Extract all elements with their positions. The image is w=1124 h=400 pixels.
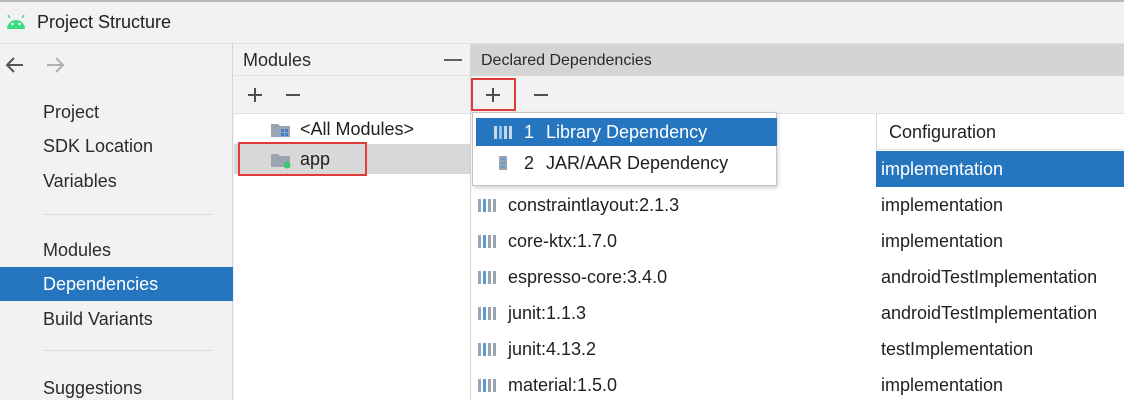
- modules-header-label: Modules: [243, 50, 312, 70]
- library-icon: [478, 379, 496, 392]
- dependency-row[interactable]: junit:4.13.2 testImplementation: [471, 331, 1124, 367]
- dependency-name[interactable]: junit:4.13.2: [508, 331, 596, 367]
- dependency-configuration[interactable]: implementation: [876, 367, 1124, 400]
- dependency-configuration[interactable]: implementation: [876, 187, 1124, 223]
- dependency-configuration[interactable]: testImplementation: [876, 331, 1124, 367]
- sidebar-item-dependencies[interactable]: Dependencies: [0, 267, 233, 301]
- library-icon: [478, 199, 496, 212]
- module-item-app[interactable]: app: [234, 144, 470, 174]
- dependency-name[interactable]: material:1.5.0: [508, 367, 617, 400]
- android-icon: [7, 14, 25, 29]
- dependency-row[interactable]: junit:1.1.3 androidTestImplementation: [471, 295, 1124, 331]
- dependency-configuration[interactable]: androidTestImplementation: [876, 295, 1124, 331]
- dependency-row[interactable]: espresso-core:3.4.0 androidTestImplement…: [471, 259, 1124, 295]
- module-item-all-modules[interactable]: <All Modules>: [234, 114, 470, 144]
- dependency-row[interactable]: constraintlayout:2.1.3 implementation: [471, 187, 1124, 223]
- sidebar-item-suggestions[interactable]: Suggestions: [0, 371, 233, 400]
- all-modules-folder-icon: [271, 124, 290, 137]
- library-icon: [478, 271, 496, 284]
- sidebar: Project SDK Location Variables Modules D…: [0, 44, 233, 400]
- configuration-column-label: Configuration: [889, 122, 997, 142]
- popup-item-label: JAR/AAR Dependency: [546, 153, 729, 173]
- configuration-column-header[interactable]: Configuration: [876, 114, 1124, 150]
- dependency-row[interactable]: core-ktx:1.7.0 implementation: [471, 223, 1124, 259]
- dependencies-toolbar: [471, 76, 1124, 114]
- popup-item-library-dependency[interactable]: 1 Library Dependency: [476, 118, 777, 146]
- sidebar-divider: [43, 214, 213, 215]
- sidebar-item-sdk-location[interactable]: SDK Location: [0, 129, 233, 163]
- popup-item-number: 2: [524, 153, 535, 173]
- module-folder-icon: [271, 154, 291, 169]
- minimize-icon[interactable]: [444, 59, 462, 61]
- module-item-label: <All Modules>: [300, 119, 415, 139]
- module-item-label: app: [300, 149, 331, 169]
- remove-dependency-button[interactable]: [530, 84, 552, 106]
- back-arrow-icon[interactable]: [4, 54, 26, 76]
- title-bar: Project Structure: [0, 0, 1124, 44]
- jar-icon: [499, 156, 507, 170]
- library-icon: [478, 343, 496, 356]
- sidebar-item-modules[interactable]: Modules: [0, 233, 233, 267]
- dependency-name[interactable]: core-ktx:1.7.0: [508, 223, 617, 259]
- popup-item-label: Library Dependency: [546, 122, 708, 142]
- dependencies-header-label: Declared Dependencies: [481, 52, 652, 69]
- sidebar-divider: [43, 350, 213, 351]
- popup-item-jar-aar-dependency[interactable]: 2 JAR/AAR Dependency: [476, 149, 777, 177]
- library-icon: [494, 126, 512, 139]
- add-dependency-popup-menu: 1 Library Dependency 2 JAR/AAR Dependenc…: [472, 112, 777, 186]
- sidebar-item-variables[interactable]: Variables: [0, 164, 233, 198]
- forward-arrow-icon[interactable]: [44, 54, 66, 76]
- dependency-row[interactable]: material:1.5.0 implementation: [471, 367, 1124, 400]
- dependencies-panel: Declared Dependencies Configuration impl…: [470, 44, 1124, 400]
- dependency-name[interactable]: espresso-core:3.4.0: [508, 259, 667, 295]
- dependency-configuration[interactable]: implementation: [876, 223, 1124, 259]
- library-icon: [478, 235, 496, 248]
- library-icon: [478, 307, 496, 320]
- sidebar-item-build-variants[interactable]: Build Variants: [0, 302, 233, 336]
- dependency-configuration[interactable]: androidTestImplementation: [876, 259, 1124, 295]
- add-dependency-button[interactable]: [482, 84, 504, 106]
- remove-module-button[interactable]: [282, 84, 304, 106]
- window-title: Project Structure: [37, 12, 172, 32]
- dependencies-header: Declared Dependencies: [471, 44, 1124, 76]
- modules-toolbar: [234, 76, 470, 114]
- add-module-button[interactable]: [244, 84, 266, 106]
- modules-panel: Modules <All Modules> app: [234, 44, 470, 400]
- popup-item-number: 1: [524, 122, 535, 142]
- dependency-configuration[interactable]: implementation: [876, 151, 1124, 187]
- dependency-name[interactable]: junit:1.1.3: [508, 295, 586, 331]
- sidebar-item-project[interactable]: Project: [0, 95, 233, 129]
- modules-header: Modules: [234, 44, 470, 76]
- dependency-name[interactable]: constraintlayout:2.1.3: [508, 187, 679, 223]
